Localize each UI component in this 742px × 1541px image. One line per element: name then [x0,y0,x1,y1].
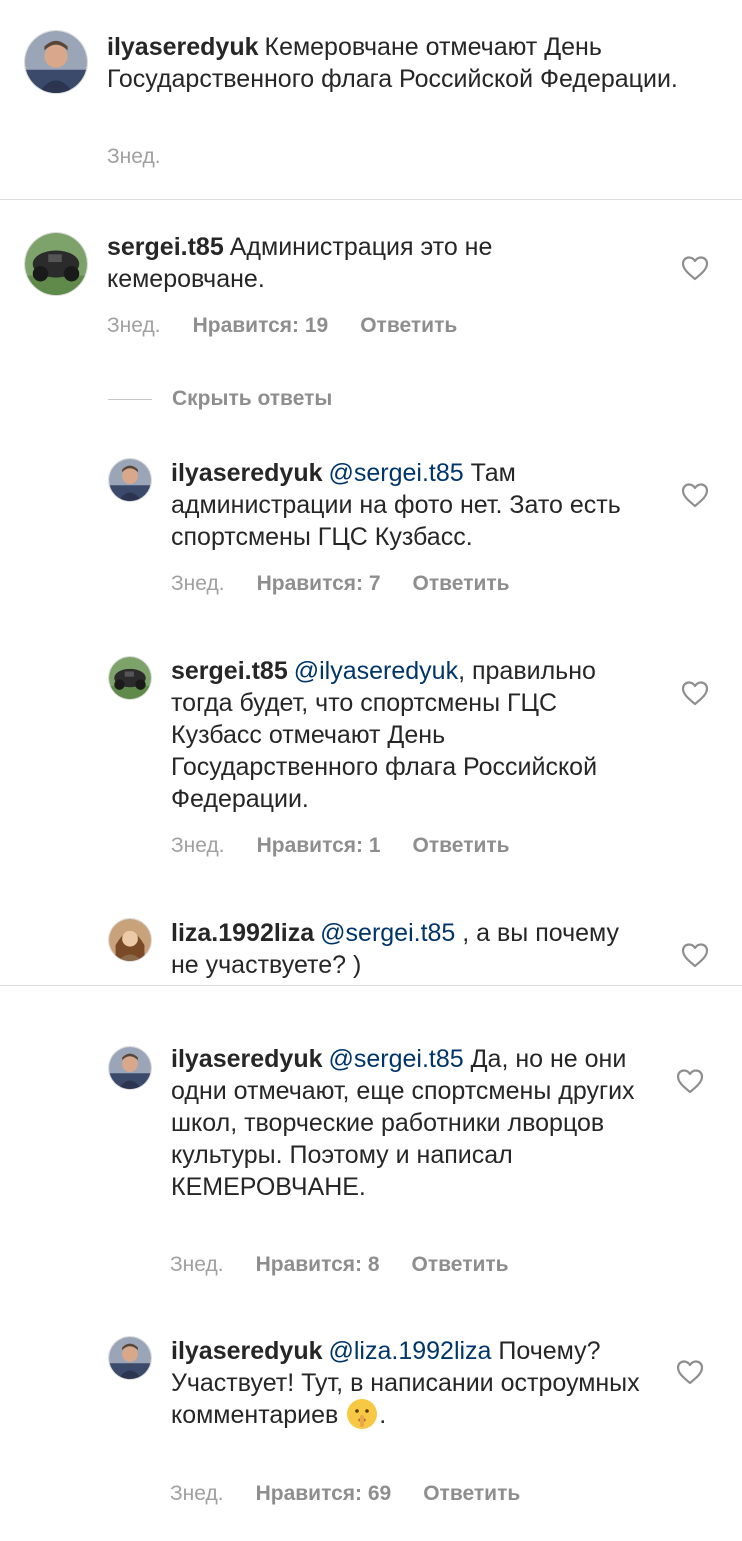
heart-icon[interactable] [681,942,709,968]
likes-count[interactable]: Нравится: 1 [257,833,381,859]
motorcycle-photo-icon [109,657,151,699]
likes-count[interactable]: Нравится: 7 [257,571,381,597]
divider [0,199,742,200]
reply-username[interactable]: sergei.t85 [171,657,288,685]
reply-meta: Знед. Нравится: 69 Ответить [170,1481,520,1507]
reply-button[interactable]: Ответить [360,313,457,339]
user-photo-icon [109,1337,151,1379]
comment-meta: Знед. Нравится: 19 Ответить [107,313,457,339]
caption-text: ilyaseredyuk Кемеровчане отмечают День Го… [107,33,678,93]
reply-button[interactable]: Ответить [413,571,510,597]
user-photo-icon [109,459,151,501]
reply-meta: Знед. Нравится: 8 Ответить [170,1252,509,1278]
shushing-face-emoji-icon [347,1399,378,1429]
reply-meta: Знед. Нравится: 7 Ответить [171,571,510,597]
likes-count[interactable]: Нравится: 8 [256,1252,380,1278]
heart-icon[interactable] [681,255,709,281]
motorcycle-photo-icon [25,233,87,295]
avatar[interactable] [108,656,152,700]
timestamp: Знед. [171,572,225,595]
divider [0,985,742,986]
reply-button[interactable]: Ответить [413,833,510,859]
timestamp: Знед. [107,145,161,168]
avatar[interactable] [108,1046,152,1090]
reply-text: liza.1992liza @sergei.t85 , а вы почему н… [171,919,619,979]
comment-username[interactable]: sergei.t85 [107,233,224,261]
reply-meta: Знед. Нравится: 1 Ответить [171,833,510,859]
mention-link[interactable]: @ilyaseredyuk [294,657,458,685]
avatar[interactable] [108,1336,152,1380]
mention-link[interactable]: @liza.1992liza [329,1337,492,1365]
reply-username[interactable]: ilyaseredyuk [171,1045,323,1073]
likes-count[interactable]: Нравится: 19 [193,313,329,339]
reply-text: sergei.t85 @ilyaseredyuk, правильно тогда… [171,657,598,813]
avatar[interactable] [108,458,152,502]
comment-text: sergei.t85 Администрация это не кемеровча… [107,233,493,293]
heart-icon[interactable] [676,1068,704,1094]
caption-username[interactable]: ilyaseredyuk [107,33,259,61]
user-photo-icon [109,1047,151,1089]
heart-icon[interactable] [681,482,709,508]
mention-link[interactable]: @sergei.t85 [320,919,455,947]
reply-text: ilyaseredyuk @sergei.t85 Да, но не они од… [171,1045,635,1201]
user-photo-icon [25,31,87,93]
reply-username[interactable]: liza.1992liza [171,919,314,947]
reply-username[interactable]: ilyaseredyuk [171,1337,323,1365]
avatar[interactable] [108,918,152,962]
reply-text: ilyaseredyuk @liza.1992liza Почему? Участ… [171,1337,640,1429]
timestamp: Знед. [171,834,225,857]
mention-link[interactable]: @sergei.t85 [329,1045,464,1073]
reply-text: ilyaseredyuk @sergei.t85 Там администраци… [171,459,621,551]
reply-button[interactable]: Ответить [412,1252,509,1278]
hide-replies-button[interactable]: Скрыть ответы [108,384,332,414]
caption-meta: Знед. [107,144,161,170]
reply-username[interactable]: ilyaseredyuk [171,459,323,487]
divider [108,398,152,400]
likes-count[interactable]: Нравится: 69 [256,1481,392,1507]
avatar[interactable] [24,30,88,94]
timestamp: Знед. [170,1482,224,1505]
avatar[interactable] [24,232,88,296]
reply-button[interactable]: Ответить [423,1481,520,1507]
user-photo-icon [109,919,151,961]
heart-icon[interactable] [676,1359,704,1385]
timestamp: Знед. [170,1253,224,1276]
heart-icon[interactable] [681,680,709,706]
mention-link[interactable]: @sergei.t85 [329,459,464,487]
timestamp: Знед. [107,314,161,337]
